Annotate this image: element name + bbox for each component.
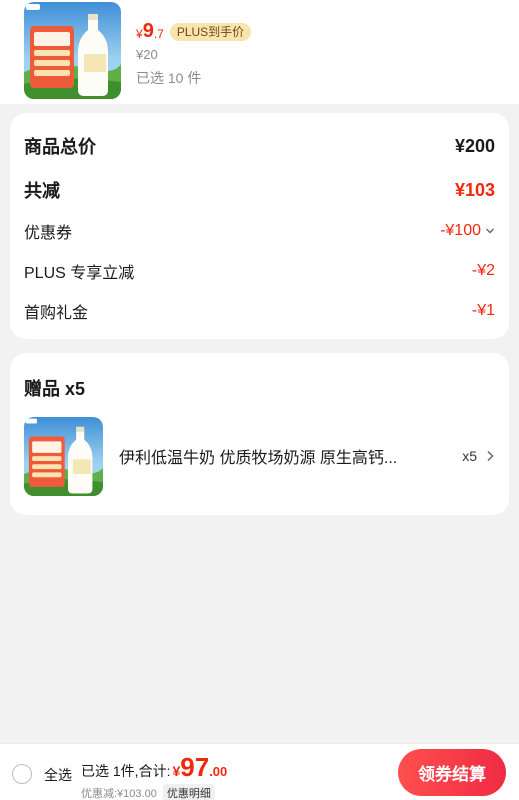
coupon-value-group[interactable]: -¥100 bbox=[440, 222, 495, 240]
price-summary-card: 商品总价 ¥200 共减 ¥103 优惠券 -¥100 PLUS 专享立减 -¥… bbox=[10, 113, 509, 339]
total-decimal: .00 bbox=[209, 764, 228, 779]
first-purchase-value: -¥1 bbox=[471, 302, 495, 319]
product-image[interactable] bbox=[24, 2, 121, 99]
product-summary: ¥ 9 .7 PLUS到手价 ¥20 已选 10 件 bbox=[0, 0, 519, 104]
summary-row-coupon[interactable]: 优惠券 -¥100 bbox=[24, 219, 495, 243]
total-currency: ¥ bbox=[172, 763, 181, 779]
plus-discount-label: PLUS 专享立减 bbox=[24, 265, 135, 282]
plus-discount-value: -¥2 bbox=[471, 262, 495, 279]
summary-row-plus: PLUS 专享立减 -¥2 bbox=[24, 259, 495, 283]
price-currency: ¥ bbox=[136, 26, 143, 41]
select-all-label[interactable]: 全选 bbox=[44, 765, 72, 785]
summary-row-total: 商品总价 ¥200 bbox=[24, 133, 495, 159]
checkout-button[interactable]: 领券结算 bbox=[398, 749, 506, 796]
selected-count: 已选 10 件 bbox=[136, 70, 202, 86]
gifts-card: 赠品 x5 伊利低温牛奶 优质牧场奶源 原生高钙... x5 bbox=[10, 353, 509, 515]
total-price-label: 商品总价 bbox=[24, 137, 96, 157]
coupon-label: 优惠券 bbox=[24, 225, 73, 242]
plus-price-badge: PLUS到手价 bbox=[169, 22, 252, 41]
radio-unchecked-icon[interactable] bbox=[12, 764, 32, 784]
total-integer: 97 bbox=[180, 752, 210, 782]
gift-item[interactable]: 伊利低温牛奶 优质牧场奶源 原生高钙... x5 bbox=[24, 416, 495, 496]
total-price-value: ¥200 bbox=[454, 135, 495, 156]
checkout-bar: 全选 已选 1件,合计: ¥ 97 .00 优惠减:¥103.00 优惠明细 领… bbox=[0, 743, 519, 800]
coupon-value: -¥100 bbox=[440, 222, 481, 239]
gift-quantity: x5 bbox=[462, 448, 477, 464]
gift-quantity-group: x5 bbox=[462, 448, 495, 464]
total-label: 已选 1件,合计: bbox=[81, 763, 171, 779]
summary-row-reduction: 共减 ¥103 bbox=[24, 177, 495, 203]
discount-line: 优惠减:¥103.00 优惠明细 bbox=[81, 784, 215, 800]
original-price: ¥20 bbox=[136, 47, 158, 62]
gifts-title: 赠品 x5 bbox=[24, 379, 86, 399]
discount-detail-button[interactable]: 优惠明细 bbox=[162, 784, 215, 800]
price-integer: 9 bbox=[142, 20, 154, 42]
reduction-label: 共减 bbox=[24, 181, 60, 201]
gift-image bbox=[24, 416, 103, 496]
first-purchase-label: 首购礼金 bbox=[24, 305, 89, 322]
reduction-value: ¥103 bbox=[454, 179, 495, 200]
gift-name: 伊利低温牛奶 优质牧场奶源 原生高钙... bbox=[119, 450, 398, 467]
summary-row-first-purchase: 首购礼金 -¥1 bbox=[24, 299, 495, 323]
chevron-down-icon[interactable] bbox=[485, 226, 495, 236]
price-decimal: .7 bbox=[153, 27, 164, 41]
chevron-right-icon[interactable] bbox=[485, 450, 495, 462]
total-line: 已选 1件,合计: ¥ 97 .00 bbox=[81, 752, 227, 783]
discount-amount: 优惠减:¥103.00 bbox=[81, 788, 157, 800]
